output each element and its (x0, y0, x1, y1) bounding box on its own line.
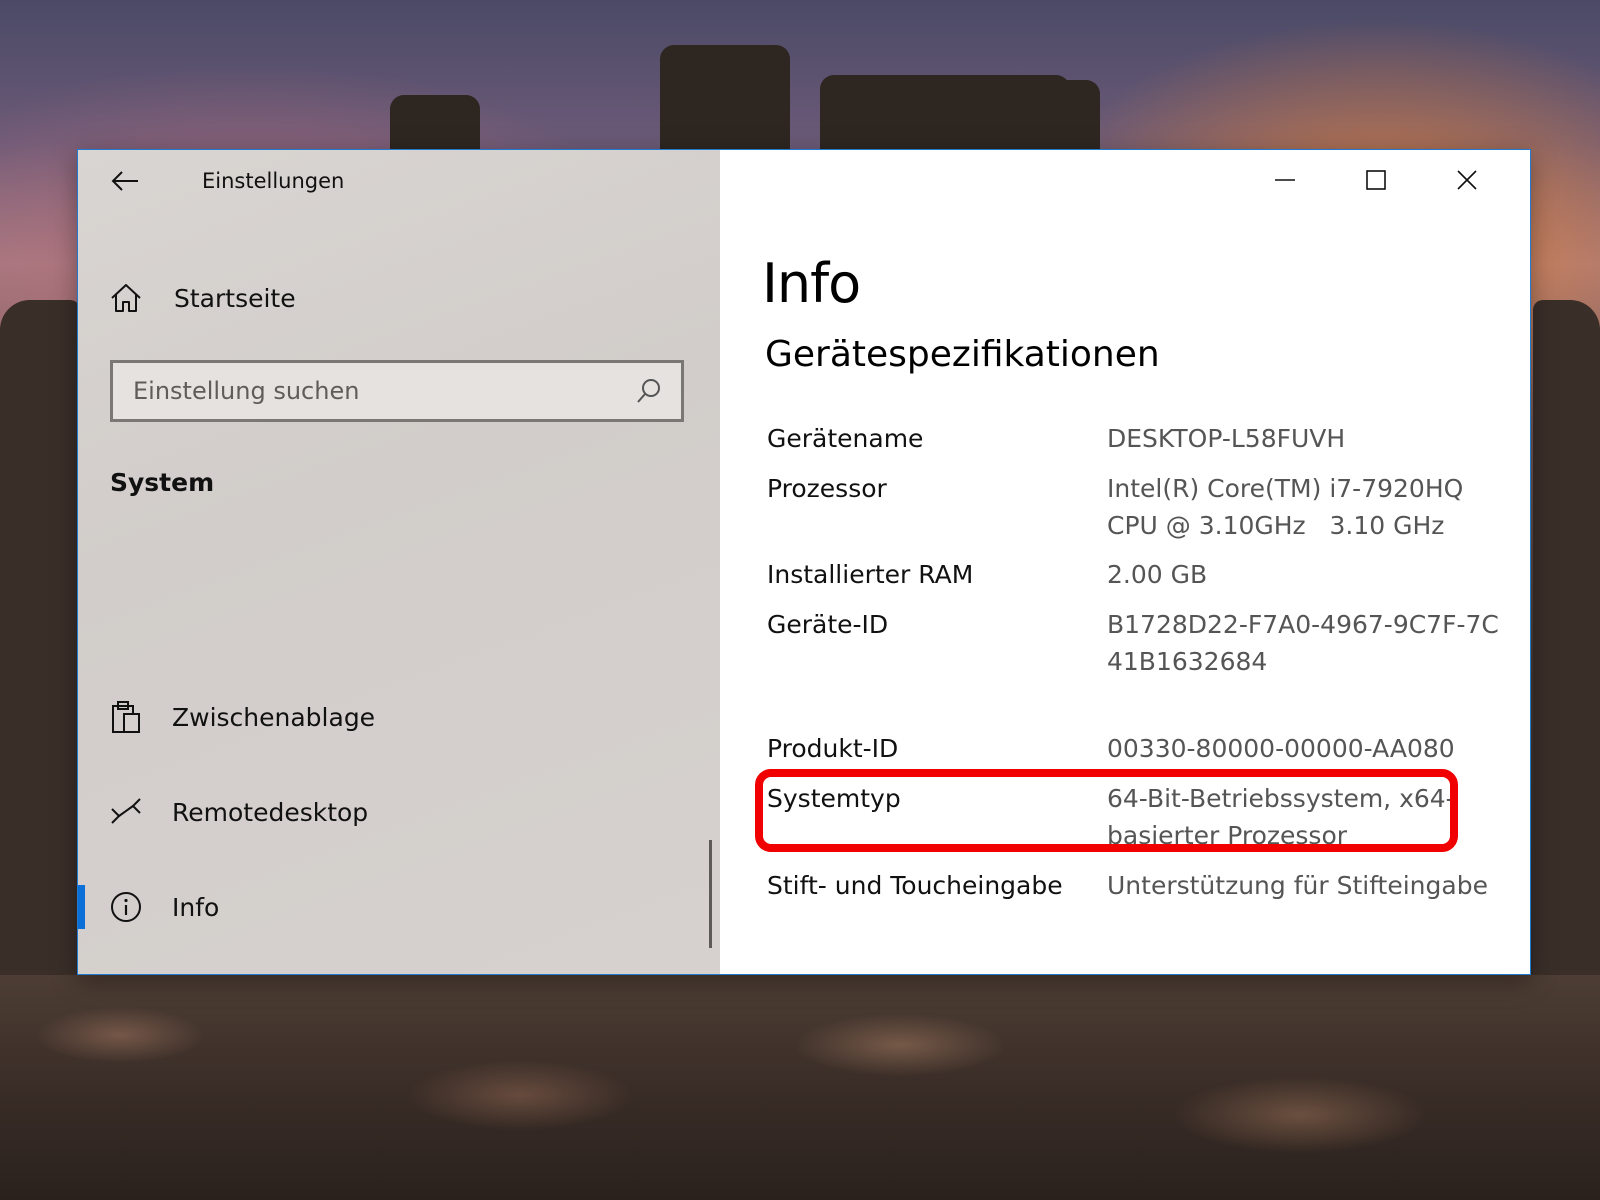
back-button[interactable] (108, 164, 142, 198)
sidebar-section-title: System (110, 468, 215, 497)
minimize-button[interactable] (1250, 154, 1320, 206)
spec-label: Stift- und Toucheingabe (767, 871, 1063, 900)
info-icon (108, 889, 144, 925)
sidebar-item-label: Info (172, 892, 220, 922)
spec-label: Gerätename (767, 424, 924, 453)
wallpaper-ruin (660, 45, 790, 155)
home-icon (108, 280, 144, 316)
spec-label: Installierter RAM (767, 560, 974, 589)
spec-label: Geräte-ID (767, 610, 889, 639)
sidebar-item-label: Zwischenablage (172, 702, 376, 732)
wallpaper-ruin (0, 300, 80, 980)
nav-home[interactable]: Startseite (108, 276, 296, 320)
home-label: Startseite (174, 283, 296, 313)
spec-value: 2.00 GB (1107, 560, 1208, 589)
sidebar-item-label: Remotedesktop (172, 797, 369, 827)
clipboard-icon (108, 699, 144, 735)
spec-label: Systemtyp (767, 784, 901, 813)
close-icon (1457, 170, 1477, 190)
window-title: Einstellungen (202, 169, 345, 193)
spec-value: Intel(R) Core(TM) i7-7920HQ CPU @ 3.10GH… (1107, 474, 1472, 540)
sidebar-item-info[interactable]: Info (78, 875, 708, 939)
settings-window: Einstellungen Startseite System (77, 149, 1531, 975)
spec-value: 00330-80000-00000-AA080 (1107, 734, 1455, 763)
sidebar-scrollbar[interactable] (709, 840, 712, 948)
search-input[interactable] (113, 376, 629, 406)
page-title: Info (762, 252, 861, 315)
section-heading: Gerätespezifikationen (765, 334, 1160, 375)
wallpaper-ruin (1010, 80, 1100, 155)
search-icon[interactable] (629, 371, 669, 411)
spec-value: 64-Bit-Betriebssystem, x64-basierter Pro… (1107, 784, 1455, 850)
spec-label: Produkt-ID (767, 734, 899, 763)
main-content: Info Gerätespezifikationen Gerätename DE… (720, 150, 1530, 974)
back-arrow-icon (111, 171, 138, 191)
sidebar-item-zwischenablage[interactable]: Zwischenablage (78, 685, 708, 749)
sidebar: Einstellungen Startseite System (78, 150, 720, 974)
spec-value: B1728D22-F7A0-4967-9C7F-7C41B1632684 (1107, 610, 1499, 676)
maximize-icon (1366, 170, 1386, 190)
selection-indicator (78, 885, 85, 929)
spec-label: Prozessor (767, 474, 887, 503)
wallpaper-ruin (1533, 300, 1600, 980)
minimize-icon (1275, 179, 1295, 181)
spec-value: Unterstützung für Stifteingabe (1107, 871, 1488, 900)
spec-value: DESKTOP-L58FUVH (1107, 424, 1346, 453)
maximize-button[interactable] (1341, 154, 1411, 206)
search-box[interactable] (110, 360, 684, 422)
remote-desktop-icon (108, 794, 144, 830)
sidebar-item-remotedesktop[interactable]: Remotedesktop (78, 780, 708, 844)
wallpaper-ruin (390, 95, 480, 155)
close-button[interactable] (1432, 154, 1502, 206)
wallpaper-rubble (0, 975, 1600, 1200)
